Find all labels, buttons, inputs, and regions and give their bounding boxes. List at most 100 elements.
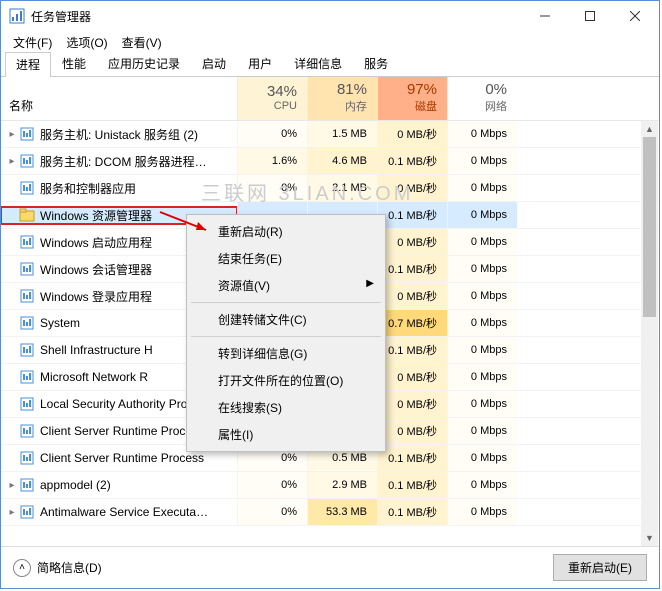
menu-item[interactable]: 重新启动(R) (190, 218, 382, 245)
process-name: Client Server Runtime Process (40, 451, 204, 465)
disk-cell: 0 MB/秒 (377, 229, 447, 255)
expand-icon[interactable]: ▸ (5, 480, 19, 491)
col-cpu[interactable]: 34%CPU (237, 77, 307, 120)
expand-icon[interactable]: ▸ (5, 129, 19, 140)
context-menu: 重新启动(R)结束任务(E)资源值(V)▶ 创建转储文件(C) 转到详细信息(G)打… (186, 214, 386, 452)
disk-cell: 0.1 MB/秒 (377, 472, 447, 498)
tab-app-history[interactable]: 应用历史记录 (97, 51, 191, 76)
cpu-cell: 1.6% (237, 148, 307, 174)
col-network[interactable]: 0%网络 (447, 77, 517, 120)
process-icon (19, 207, 35, 223)
expand-icon[interactable]: ▸ (5, 507, 19, 518)
memory-cell: 2.1 MB (307, 175, 377, 201)
minimize-button[interactable] (522, 2, 567, 30)
column-headers: 名称 34%CPU 81%内存 97%磁盘 0%网络 (1, 77, 659, 121)
network-cell: 0 Mbps (447, 229, 517, 255)
footer: ˄ 简略信息(D) 重新启动(E) (1, 546, 659, 588)
scroll-down-icon[interactable]: ▼ (641, 530, 658, 546)
tab-strip: 进程 性能 应用历史记录 启动 用户 详细信息 服务 (1, 53, 659, 77)
process-name: Local Security Authority Proc… (40, 397, 205, 411)
process-icon (19, 261, 35, 277)
memory-cell: 53.3 MB (307, 499, 377, 525)
process-icon (19, 126, 35, 142)
table-row[interactable]: 服务和控制器应用0%2.1 MB0 MB/秒0 Mbps (1, 175, 659, 202)
menubar: 文件(F) 选项(O) 查看(V) (1, 31, 659, 53)
menu-item[interactable]: 属性(I) (190, 421, 382, 448)
tab-startup[interactable]: 启动 (191, 51, 237, 76)
network-cell: 0 Mbps (447, 445, 517, 471)
process-name: 服务主机: Unistack 服务组 (2) (40, 126, 198, 143)
process-icon (19, 477, 35, 493)
table-row[interactable]: ▸ appmodel (2) 0%2.9 MB0.1 MB/秒0 Mbps (1, 472, 659, 499)
vertical-scrollbar[interactable]: ▲ ▼ (641, 121, 658, 546)
network-cell: 0 Mbps (447, 121, 517, 147)
process-name: 服务主机: DCOM 服务器进程… (40, 153, 207, 170)
network-cell: 0 Mbps (447, 283, 517, 309)
scroll-up-icon[interactable]: ▲ (641, 121, 658, 137)
process-icon (19, 180, 35, 196)
tab-services[interactable]: 服务 (353, 51, 399, 76)
process-icon (19, 450, 35, 466)
network-cell: 0 Mbps (447, 175, 517, 201)
cpu-cell: 0% (237, 499, 307, 525)
app-icon (9, 8, 25, 24)
titlebar[interactable]: 任务管理器 (1, 1, 659, 31)
col-memory[interactable]: 81%内存 (307, 77, 377, 120)
tab-processes[interactable]: 进程 (5, 52, 51, 77)
close-button[interactable] (612, 2, 657, 30)
process-name: appmodel (2) (40, 478, 111, 492)
table-row[interactable]: ▸Antimalware Service Executa…0%53.3 MB0.… (1, 499, 659, 526)
process-name: Windows 资源管理器 (40, 207, 152, 224)
network-cell: 0 Mbps (447, 202, 517, 228)
process-icon (19, 423, 35, 439)
process-name-cell: ▸ 服务主机: Unistack 服务组 (2) (1, 126, 237, 143)
process-icon (19, 153, 35, 169)
disk-cell: 0 MB/秒 (377, 283, 447, 309)
memory-cell: 2.9 MB (307, 472, 377, 498)
tab-performance[interactable]: 性能 (51, 51, 97, 76)
fewer-details-button[interactable]: ˄ 简略信息(D) (13, 559, 102, 577)
disk-cell: 0 MB/秒 (377, 121, 447, 147)
menu-options[interactable]: 选项(O) (60, 32, 113, 53)
menu-item[interactable]: 在线搜索(S) (190, 394, 382, 421)
chevron-up-icon: ˄ (13, 559, 31, 577)
process-name-cell: ▸Antimalware Service Executa… (1, 504, 237, 520)
maximize-button[interactable] (567, 2, 612, 30)
process-name-cell: Client Server Runtime Process (1, 450, 237, 466)
menu-item[interactable]: 打开文件所在的位置(O) (190, 367, 382, 394)
submenu-arrow-icon: ▶ (366, 278, 374, 289)
menu-item[interactable]: 结束任务(E) (190, 245, 382, 272)
tab-details[interactable]: 详细信息 (283, 51, 353, 76)
menu-separator (191, 302, 381, 303)
process-name: Shell Infrastructure H (40, 343, 153, 357)
disk-cell: 0.1 MB/秒 (377, 202, 447, 228)
disk-cell: 0.1 MB/秒 (377, 499, 447, 525)
scroll-thumb[interactable] (643, 137, 656, 317)
process-name: Windows 会话管理器 (40, 261, 152, 278)
table-row[interactable]: ▸服务主机: Unistack 服务组 (2)0%1.5 MB0 MB/秒0 M… (1, 121, 659, 148)
restart-button[interactable]: 重新启动(E) (553, 554, 647, 581)
process-icon (19, 288, 35, 304)
process-icon (19, 342, 35, 358)
process-name: System (40, 316, 80, 330)
menu-item[interactable]: 转到详细信息(G) (190, 340, 382, 367)
cpu-cell: 0% (237, 472, 307, 498)
menu-item[interactable]: 资源值(V)▶ (190, 272, 382, 299)
col-name[interactable]: 名称 (1, 77, 237, 120)
network-cell: 0 Mbps (447, 256, 517, 282)
disk-cell: 0 MB/秒 (377, 175, 447, 201)
process-icon (19, 234, 35, 250)
tab-users[interactable]: 用户 (237, 51, 283, 76)
col-disk[interactable]: 97%磁盘 (377, 77, 447, 120)
menu-item[interactable]: 创建转储文件(C) (190, 306, 382, 333)
network-cell: 0 Mbps (447, 472, 517, 498)
disk-cell: 0.1 MB/秒 (377, 148, 447, 174)
menu-file[interactable]: 文件(F) (7, 32, 58, 53)
table-row[interactable]: ▸服务主机: DCOM 服务器进程…1.6%4.6 MB0.1 MB/秒0 Mb… (1, 148, 659, 175)
process-name: Client Server Runtime Process (40, 424, 204, 438)
expand-icon[interactable]: ▸ (5, 156, 19, 167)
network-cell: 0 Mbps (447, 337, 517, 363)
network-cell: 0 Mbps (447, 148, 517, 174)
process-name: Windows 登录应用程 (40, 288, 152, 305)
menu-view[interactable]: 查看(V) (116, 32, 168, 53)
